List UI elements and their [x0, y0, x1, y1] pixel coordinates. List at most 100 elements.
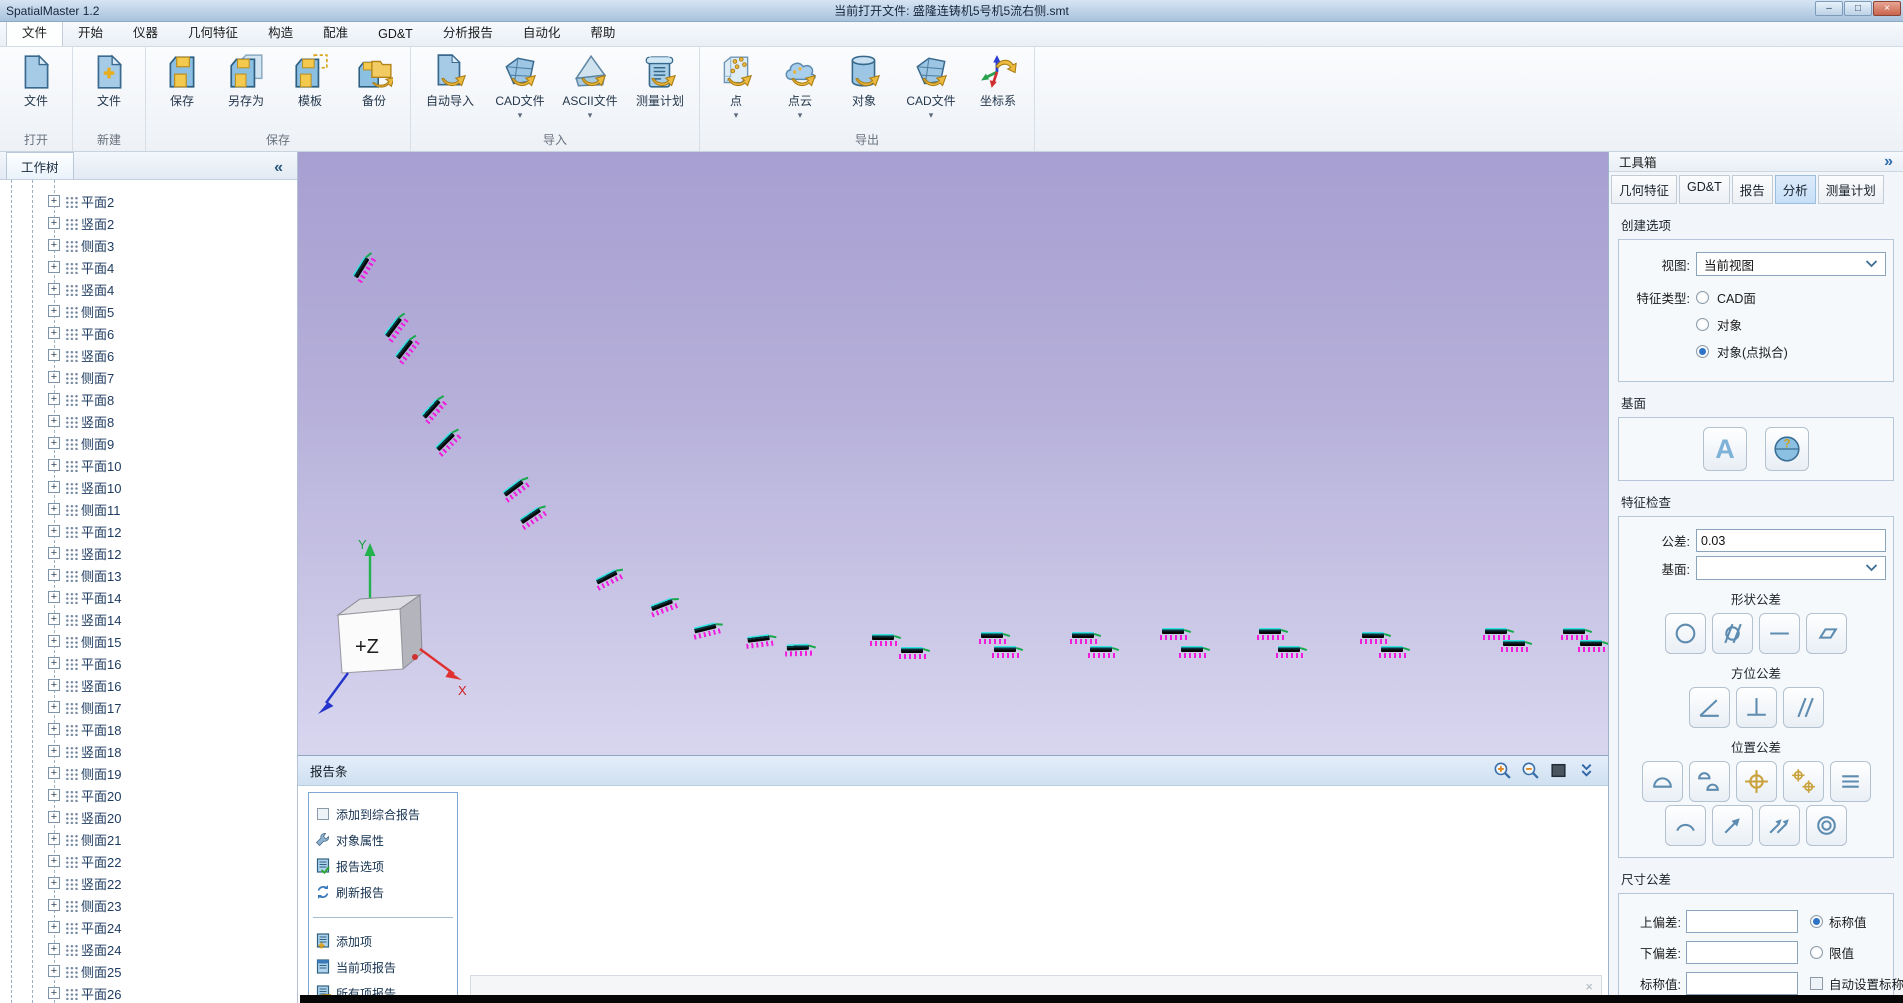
menu-item-9[interactable]: 帮助	[575, 18, 630, 46]
measure-feature-mark-25[interactable]	[1501, 640, 1533, 654]
orientation-cube[interactable]: Y +Z X	[308, 517, 488, 732]
tree-item-33[interactable]: +平面24	[0, 916, 297, 938]
lower-deviation-input[interactable]	[1686, 941, 1798, 964]
tree-item-22[interactable]: +竖面16	[0, 674, 297, 696]
collapse-left-panel-icon[interactable]: «	[274, 159, 297, 179]
measure-feature-mark-4[interactable]	[434, 426, 467, 459]
position-button[interactable]	[1736, 761, 1777, 802]
expand-icon[interactable]: +	[48, 965, 60, 977]
tree-item-6[interactable]: +平面6	[0, 322, 297, 344]
measure-feature-mark-10[interactable]	[745, 633, 778, 651]
tree-item-34[interactable]: +竖面24	[0, 938, 297, 960]
tree-item-3[interactable]: +平面4	[0, 256, 297, 278]
measure-feature-mark-15[interactable]	[992, 646, 1024, 660]
measure-feature-mark-11[interactable]	[785, 643, 817, 658]
expand-icon[interactable]: +	[48, 789, 60, 801]
ribbon-button-4-3[interactable]: CAD文件▾	[896, 49, 966, 120]
measure-feature-mark-17[interactable]	[1088, 646, 1120, 660]
expand-icon[interactable]: +	[48, 261, 60, 273]
expand-icon[interactable]: +	[48, 745, 60, 757]
ribbon-button-4-4[interactable]: 坐标系	[966, 49, 1030, 109]
tree-item-7[interactable]: +竖面6	[0, 344, 297, 366]
feature-type-option-1[interactable]: 对象	[1696, 315, 1886, 334]
tree-item-35[interactable]: +侧面25	[0, 960, 297, 982]
report-action-report-current[interactable]: 当前项报告	[313, 954, 453, 980]
expand-icon[interactable]: +	[48, 393, 60, 405]
menu-item-7[interactable]: 分析报告	[428, 18, 508, 46]
minimize-button[interactable]: –	[1815, 1, 1843, 16]
expand-icon[interactable]: +	[48, 921, 60, 933]
strip-close-icon[interactable]: ×	[1585, 979, 1593, 994]
tree-item-27[interactable]: +平面20	[0, 784, 297, 806]
ribbon-button-2-0[interactable]: 保存	[150, 49, 214, 109]
expand-icon[interactable]: +	[48, 811, 60, 823]
menu-item-3[interactable]: 几何特征	[173, 18, 253, 46]
expand-icon[interactable]: +	[48, 239, 60, 251]
tree-item-17[interactable]: +侧面13	[0, 564, 297, 586]
measure-feature-mark-18[interactable]	[1160, 628, 1192, 642]
report-action-report-add[interactable]: 添加项	[313, 928, 453, 954]
tree-item-14[interactable]: +侧面11	[0, 498, 297, 520]
tree-item-28[interactable]: +竖面20	[0, 806, 297, 828]
toolbox-tab-0[interactable]: 几何特征	[1611, 175, 1677, 204]
measure-feature-mark-0[interactable]	[352, 250, 381, 285]
menu-item-5[interactable]: 配准	[308, 18, 363, 46]
tree-item-9[interactable]: +平面8	[0, 388, 297, 410]
tree-item-31[interactable]: +竖面22	[0, 872, 297, 894]
tree-item-26[interactable]: +侧面19	[0, 762, 297, 784]
close-button[interactable]: ×	[1873, 1, 1901, 16]
tree-item-30[interactable]: +平面22	[0, 850, 297, 872]
tree-item-18[interactable]: +平面14	[0, 586, 297, 608]
upper-deviation-input[interactable]	[1686, 910, 1798, 933]
expand-icon[interactable]: +	[48, 305, 60, 317]
ribbon-button-1-0[interactable]: 文件	[77, 49, 141, 109]
report-action-report-options[interactable]: 报告选项	[313, 853, 453, 879]
expand-icon[interactable]: +	[48, 943, 60, 955]
measure-feature-mark-12[interactable]	[870, 634, 902, 648]
expand-icon[interactable]: +	[48, 283, 60, 295]
expand-icon[interactable]: +	[48, 547, 60, 559]
expand-icon[interactable]: +	[48, 459, 60, 471]
tree-item-1[interactable]: +竖面2	[0, 212, 297, 234]
parallelism-button[interactable]	[1783, 687, 1824, 728]
measure-feature-mark-23[interactable]	[1379, 646, 1411, 660]
collapse-right-panel-icon[interactable]: »	[1884, 153, 1893, 171]
feature-type-option-0[interactable]: CAD面	[1696, 288, 1886, 307]
ribbon-button-2-2[interactable]: 模板	[278, 49, 342, 109]
expand-icon[interactable]: +	[48, 657, 60, 669]
measure-feature-mark-7[interactable]	[594, 565, 629, 592]
expand-icon[interactable]: +	[48, 591, 60, 603]
tree-item-29[interactable]: +侧面21	[0, 828, 297, 850]
measure-feature-mark-20[interactable]	[1257, 628, 1289, 642]
report-action-refresh[interactable]: 刷新报告	[313, 879, 453, 905]
tree-item-19[interactable]: +竖面14	[0, 608, 297, 630]
circularity-button[interactable]	[1665, 613, 1706, 654]
tree-item-24[interactable]: +平面18	[0, 718, 297, 740]
runout-button[interactable]	[1712, 805, 1753, 846]
measure-feature-mark-13[interactable]	[899, 647, 931, 661]
maximize-button[interactable]: □	[1844, 1, 1872, 16]
ribbon-button-2-1[interactable]: 另存为	[214, 49, 278, 109]
menu-item-8[interactable]: 自动化	[508, 18, 576, 46]
expand-icon[interactable]: +	[48, 415, 60, 427]
tree-item-15[interactable]: +平面12	[0, 520, 297, 542]
measure-feature-mark-5[interactable]	[501, 474, 535, 504]
feature-type-option-2[interactable]: 对象(点拟合)	[1696, 342, 1886, 361]
tree-item-13[interactable]: +竖面10	[0, 476, 297, 498]
expand-icon[interactable]: +	[48, 701, 60, 713]
viewport[interactable]: Y +Z X	[298, 152, 1608, 755]
tree-item-10[interactable]: +竖面8	[0, 410, 297, 432]
expand-icon[interactable]: +	[48, 635, 60, 647]
perpendicularity-button[interactable]	[1736, 687, 1777, 728]
menu-item-1[interactable]: 开始	[63, 18, 118, 46]
report-action-wrench[interactable]: 对象属性	[313, 827, 453, 853]
tree-item-2[interactable]: +侧面3	[0, 234, 297, 256]
measure-feature-mark-21[interactable]	[1276, 646, 1308, 660]
profile-surface-button[interactable]	[1689, 761, 1730, 802]
ribbon-button-3-3[interactable]: 测量计划	[625, 49, 695, 109]
expand-icon[interactable]: +	[48, 569, 60, 581]
measure-feature-mark-16[interactable]	[1070, 632, 1102, 646]
ribbon-button-2-3[interactable]: 备份	[342, 49, 406, 109]
measure-feature-mark-22[interactable]	[1360, 632, 1392, 646]
tree-item-20[interactable]: +侧面15	[0, 630, 297, 652]
